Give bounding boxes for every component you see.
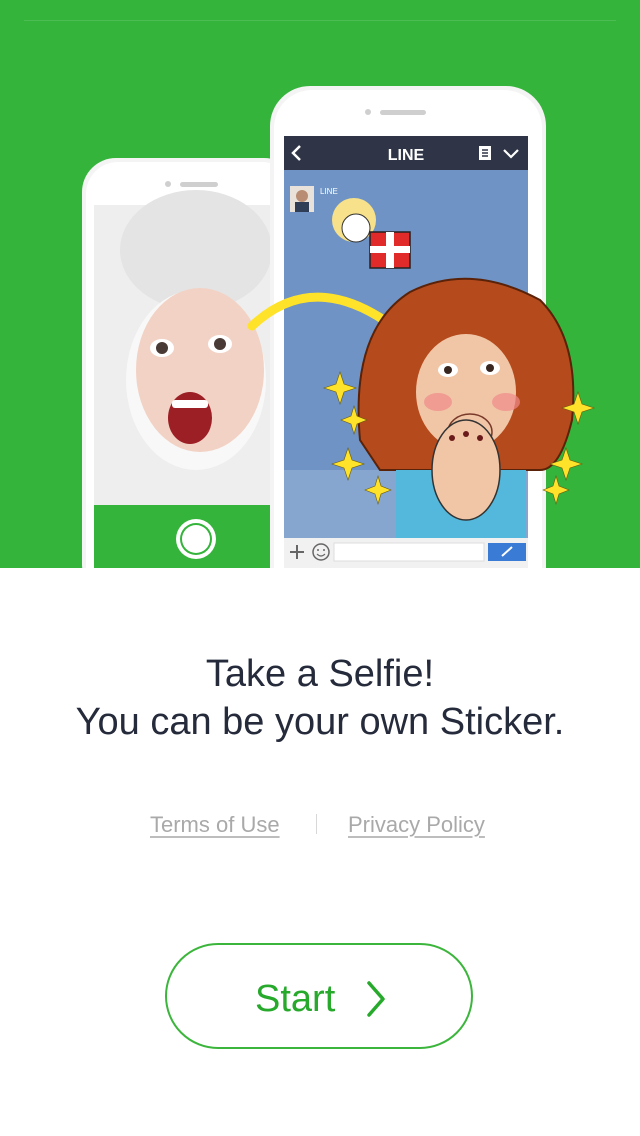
chat-header-title: LINE — [388, 147, 425, 164]
chat-input-field[interactable] — [333, 542, 485, 562]
headline-line2: You can be your own Sticker. — [75, 701, 565, 743]
legal-links: Terms of Use Privacy Policy — [0, 808, 640, 844]
start-button[interactable]: Start — [165, 943, 473, 1049]
hero-illustration: LINE LINE — [0, 0, 640, 568]
start-button-label: Start — [255, 978, 336, 1020]
link-separator — [316, 814, 317, 834]
shutter-icon[interactable] — [176, 519, 216, 559]
headline-line1: Take a Selfie! — [205, 653, 435, 695]
chevron-right-icon — [367, 981, 385, 1017]
headline: Take a Selfie! You can be your own Stick… — [0, 650, 640, 746]
terms-of-use-link[interactable]: Terms of Use — [150, 812, 280, 838]
right-phone: LINE LINE — [247, 86, 595, 568]
phones-illustration: LINE LINE — [82, 86, 595, 568]
menu-icon[interactable] — [479, 146, 491, 160]
left-phone — [82, 158, 298, 568]
chat-sender-name: LINE — [320, 187, 338, 196]
privacy-policy-link[interactable]: Privacy Policy — [348, 812, 485, 838]
